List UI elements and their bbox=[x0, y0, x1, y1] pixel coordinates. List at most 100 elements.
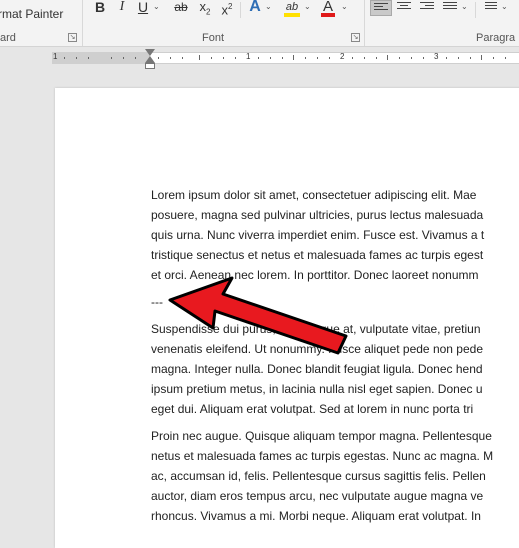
format-painter-button[interactable]: rmat Painter bbox=[0, 7, 63, 21]
ruler-dot bbox=[258, 57, 259, 59]
superscript-button[interactable]: x2 bbox=[219, 0, 235, 18]
ruler-dot bbox=[305, 57, 306, 59]
font-dialog-launcher-icon[interactable]: ↘ bbox=[351, 33, 360, 42]
ruler-dot bbox=[364, 57, 365, 59]
horizontal-ruler: 1 1 2 3 bbox=[0, 47, 519, 69]
ruler-number: 1 bbox=[53, 52, 58, 61]
align-left-icon bbox=[374, 3, 388, 13]
line-spacing-icon[interactable] bbox=[485, 2, 499, 12]
underline-dropdown-chevron-icon[interactable]: ⌄ bbox=[153, 2, 160, 11]
text-line: ipsum pretium metus, in lacinia nulla ni… bbox=[151, 382, 483, 396]
bold-button[interactable]: B bbox=[93, 0, 107, 18]
text-line: Proin nec augue. Quisque aliquam tempor … bbox=[151, 429, 492, 443]
text-line: Lorem ipsum dolor sit amet, consectetuer… bbox=[151, 188, 477, 202]
text-line: magna. Integer nulla. Donec blandit feug… bbox=[151, 362, 483, 376]
document-page[interactable]: Lorem ipsum dolor sit amet, consectetuer… bbox=[55, 88, 519, 548]
ruler-tick bbox=[199, 55, 200, 60]
group-separator bbox=[364, 0, 365, 46]
paragraph[interactable]: Proin nec augue. Quisque aliquam tempor … bbox=[151, 426, 519, 526]
subscript-button[interactable]: x2 bbox=[197, 0, 213, 18]
text-effects-button[interactable]: A bbox=[247, 0, 263, 18]
ruler-dot bbox=[211, 57, 212, 59]
document-body[interactable]: Lorem ipsum dolor sit amet, consectetuer… bbox=[151, 185, 519, 533]
ruler-dot bbox=[158, 57, 159, 59]
line-spacing-chevron-icon[interactable]: ⌄ bbox=[501, 2, 508, 11]
ruler-number: 2 bbox=[340, 52, 345, 61]
ruler-bar[interactable]: 1 1 2 3 bbox=[52, 52, 519, 64]
clipboard-group-label: ard bbox=[0, 32, 16, 44]
font-color-chevron-icon[interactable]: ⌄ bbox=[341, 2, 348, 11]
ruler-dot bbox=[493, 57, 494, 59]
paragraph-group-label: Paragra bbox=[476, 32, 516, 44]
dashes-paragraph[interactable]: --- bbox=[151, 292, 519, 312]
text-line: ac, accumsan id, felis. Pellentesque cur… bbox=[151, 469, 486, 483]
ruler-dot bbox=[399, 57, 400, 59]
ruler-number: 1 bbox=[246, 52, 251, 61]
group-separator bbox=[82, 0, 83, 46]
ruler-dot bbox=[446, 57, 447, 59]
ruler-dot bbox=[458, 57, 459, 59]
ruler-dot bbox=[76, 57, 77, 59]
text-line: netus et malesuada fames ac turpis egest… bbox=[151, 449, 494, 463]
ruler-tick bbox=[293, 55, 294, 60]
ruler-dot bbox=[223, 57, 224, 59]
ruler-dot bbox=[282, 57, 283, 59]
text-line: rhoncus. Vivamus a mi. Morbi neque. Aliq… bbox=[151, 509, 481, 523]
text-line: auctor, diam eros tempus arcu, nec vulpu… bbox=[151, 489, 484, 503]
dashes-line: --- bbox=[151, 295, 163, 309]
text-line: eget dui. Aliquam erat volutpat. Sed at … bbox=[151, 402, 474, 416]
align-center-icon[interactable] bbox=[397, 2, 411, 12]
ruler-dot bbox=[88, 57, 89, 59]
ruler-dot bbox=[352, 57, 353, 59]
text-line: venenatis eleifend. Ut nonummy. Fusce al… bbox=[151, 342, 483, 356]
align-right-icon[interactable] bbox=[420, 2, 434, 12]
underline-button[interactable]: U bbox=[136, 0, 150, 18]
strikethrough-button[interactable]: ab bbox=[173, 0, 189, 18]
ruler-dot bbox=[135, 57, 136, 59]
button-separator bbox=[475, 2, 476, 18]
text-line: quis urna. Nunc viverra imperdiet enim. … bbox=[151, 228, 485, 242]
ruler-dot bbox=[64, 57, 65, 59]
ruler-dot bbox=[111, 57, 112, 59]
highlight-button[interactable]: ab bbox=[283, 0, 301, 18]
highlight-label: ab bbox=[285, 1, 299, 13]
ruler-dot bbox=[123, 57, 124, 59]
left-indent-marker[interactable] bbox=[145, 63, 155, 69]
text-line: tristique senectus et netus et malesuada… bbox=[151, 248, 484, 262]
highlight-color-swatch bbox=[284, 13, 300, 17]
ruler-dot bbox=[235, 57, 236, 59]
hanging-indent-marker[interactable] bbox=[145, 56, 155, 63]
ruler-dot bbox=[270, 57, 271, 59]
ruler-dot bbox=[170, 57, 171, 59]
justify-chevron-icon[interactable]: ⌄ bbox=[461, 2, 468, 11]
ruler-dot bbox=[470, 57, 471, 59]
text-line: Suspendisse dui purus, scelerisque at, v… bbox=[151, 322, 481, 336]
ribbon: rmat Painter ard ↘ B I U ⌄ ab x2 x2 A ⌄ … bbox=[0, 0, 519, 47]
button-separator bbox=[240, 2, 241, 18]
format-painter-label: rmat Painter bbox=[0, 7, 64, 21]
ruler-dot bbox=[423, 57, 424, 59]
ruler-dot bbox=[317, 57, 318, 59]
paragraph[interactable]: Suspendisse dui purus, scelerisque at, v… bbox=[151, 319, 519, 419]
ruler-dot bbox=[182, 57, 183, 59]
paragraph[interactable]: Lorem ipsum dolor sit amet, consectetuer… bbox=[151, 185, 519, 285]
font-group-label: Font bbox=[202, 32, 225, 44]
align-left-button[interactable] bbox=[370, 0, 392, 16]
text-line: posuere, magna sed pulvinar ultricies, p… bbox=[151, 208, 484, 222]
text-line: et orci. Aenean nec lorem. In porttitor.… bbox=[151, 268, 479, 282]
italic-button[interactable]: I bbox=[116, 0, 128, 18]
font-color-swatch bbox=[321, 13, 335, 17]
text-effects-chevron-icon[interactable]: ⌄ bbox=[265, 2, 272, 11]
ruler-dot bbox=[505, 57, 506, 59]
highlight-chevron-icon[interactable]: ⌄ bbox=[304, 2, 311, 11]
clipboard-dialog-launcher-icon[interactable]: ↘ bbox=[68, 33, 77, 42]
ruler-dot bbox=[376, 57, 377, 59]
first-line-indent-marker[interactable] bbox=[145, 49, 155, 56]
ruler-tick bbox=[387, 55, 388, 60]
justify-icon[interactable] bbox=[443, 2, 457, 12]
ruler-number: 3 bbox=[434, 52, 439, 61]
ruler-tick bbox=[481, 55, 482, 60]
ruler-dot bbox=[329, 57, 330, 59]
ruler-dot bbox=[411, 57, 412, 59]
font-color-button[interactable]: A bbox=[320, 0, 336, 18]
